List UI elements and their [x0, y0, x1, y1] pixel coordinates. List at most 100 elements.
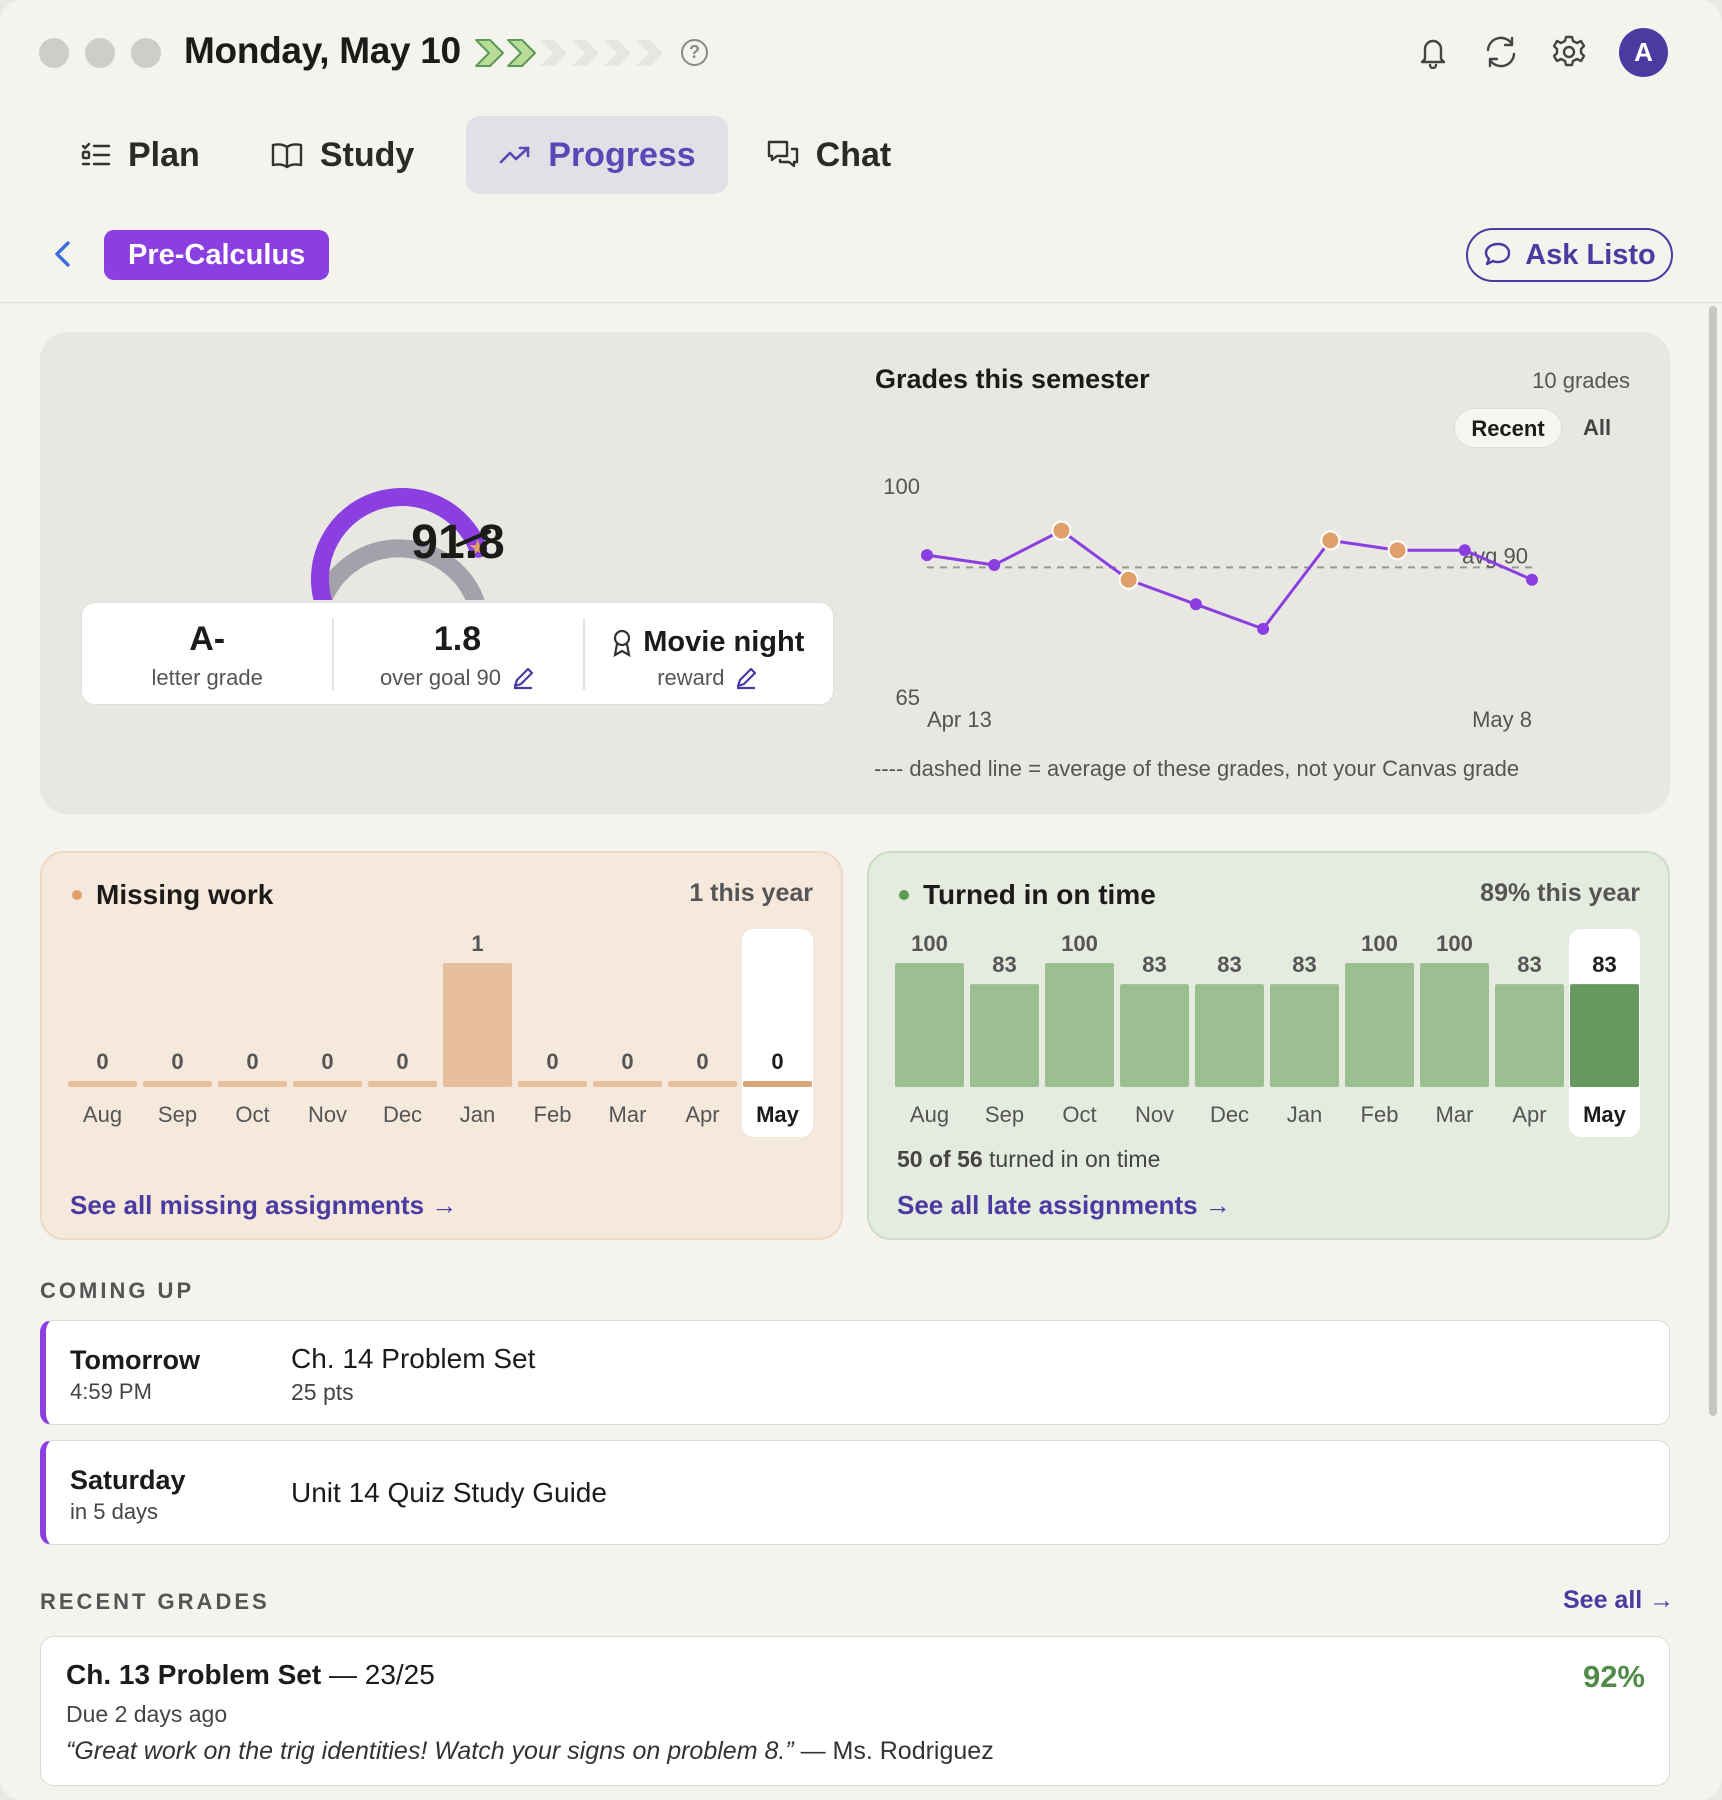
grade-point [1526, 573, 1538, 586]
bar [593, 1081, 662, 1087]
bar [368, 1081, 437, 1087]
month-label: Feb [534, 1102, 572, 1127]
month-label: Sep [985, 1102, 1024, 1127]
see-missing-link[interactable]: See all missing assignments → [70, 1190, 457, 1221]
bar-value-label: 83 [1292, 952, 1316, 977]
bar-value-label: 83 [1142, 952, 1166, 977]
tab-study[interactable]: Study [252, 116, 446, 194]
upcoming-item[interactable]: Saturday in 5 days Unit 14 Quiz Study Gu… [40, 1440, 1670, 1545]
window-minimize-button[interactable] [85, 38, 115, 68]
coming-up-heading: COMING UP [40, 1278, 195, 1303]
toggle-all[interactable]: All [1575, 408, 1619, 448]
upcoming-day: Tomorrow [70, 1345, 200, 1375]
grades-count: 10 grades [1532, 368, 1630, 393]
streak-chevron-empty [636, 40, 663, 66]
tab-plan[interactable]: Plan [62, 116, 232, 194]
grades-series-line [926, 529, 1533, 631]
bar-value-label: 0 [246, 1049, 258, 1074]
bell-icon[interactable] [1413, 32, 1453, 72]
bar [668, 1081, 737, 1087]
missing-work-card: Missing work 1 this year 0 Aug 0 Sep 0 Oct 0 No… [40, 851, 843, 1240]
toggle-recent[interactable]: Recent [1454, 408, 1562, 448]
grade-gauge: ★ [310, 487, 492, 600]
bar-value-label: 100 [911, 931, 948, 956]
reward-value: Movie night [643, 626, 805, 658]
reward-stat: Movie night reward [582, 603, 833, 704]
month-label: May [756, 1102, 800, 1127]
month-label: Apr [685, 1102, 719, 1127]
letter-grade-value: A- [189, 620, 226, 658]
current-grade-value: 91.8 [411, 516, 505, 569]
comment-author: — Ms. Rodriguez [793, 1737, 994, 1765]
tab-label: Chat [815, 135, 892, 174]
upcoming-day: Saturday [70, 1465, 186, 1495]
chat-icon [767, 140, 798, 168]
teacher-comment: “Great work on the trig identities! Watc… [66, 1737, 994, 1766]
bar-value-label: 100 [1061, 931, 1098, 956]
window-close-button[interactable] [39, 38, 69, 68]
assignment-due: Due 2 days ago [66, 1701, 228, 1727]
chart-footnote: ---- dashed line = average of these grad… [874, 756, 1520, 781]
top-bar: Monday, May 10 ? A Plan Study Progress C… [0, 0, 1722, 303]
bar [143, 1081, 212, 1087]
bar-value-label: 100 [1436, 931, 1473, 956]
tab-progress[interactable]: Progress [466, 116, 728, 194]
month-label: Dec [383, 1102, 422, 1127]
bar [1495, 984, 1564, 1087]
over-goal-stat: 1.8 over goal 90 [332, 603, 582, 704]
tab-chat[interactable]: Chat [748, 116, 924, 194]
grade-point [1051, 520, 1072, 541]
bar [443, 963, 512, 1087]
month-label: Jan [1287, 1102, 1322, 1127]
grade-point [1458, 544, 1471, 557]
month-label: Dec [1210, 1102, 1249, 1127]
grades-chart-title: Grades this semester [875, 364, 1150, 394]
bar-value-label: 83 [1592, 952, 1616, 977]
grade-point [1320, 530, 1341, 551]
bar [1270, 984, 1339, 1087]
avatar[interactable]: A [1619, 28, 1668, 77]
back-chevron-icon[interactable] [48, 236, 80, 277]
scrollbar[interactable] [1709, 306, 1717, 1416]
streak-chevron-filled [507, 39, 536, 67]
streak-chevron-empty [540, 40, 567, 66]
on-time-count: 50 of 56 [897, 1146, 983, 1172]
month-label: Feb [1361, 1102, 1399, 1127]
bar [1045, 963, 1114, 1087]
window-zoom-button[interactable] [131, 38, 161, 68]
streak-chevron-empty [604, 40, 631, 66]
month-label: Oct [1062, 1102, 1096, 1127]
month-label: Aug [83, 1102, 122, 1127]
x-tick-label: May 8 [1472, 707, 1532, 732]
see-late-link[interactable]: See all late assignments → [897, 1190, 1231, 1221]
bar [1195, 984, 1264, 1087]
upcoming-name: Unit 14 Quiz Study Guide [291, 1477, 607, 1508]
ask-listo-button[interactable]: Ask Listo [1466, 228, 1673, 282]
edit-pencil-icon[interactable] [511, 666, 535, 690]
month-label: Nov [1135, 1102, 1174, 1127]
help-icon[interactable]: ? [681, 39, 708, 66]
date-title: Monday, May 10 [184, 30, 461, 71]
bar-value-label: 83 [1517, 952, 1541, 977]
subject-badge[interactable]: Pre-Calculus [104, 230, 330, 280]
grade-item-title: Ch. 13 Problem Set — 23/25 [66, 1659, 435, 1691]
y-tick-label: 65 [896, 685, 920, 710]
recent-grade-item[interactable]: Ch. 13 Problem Set — 23/25 Due 2 days ag… [40, 1636, 1670, 1786]
award-ribbon-icon [613, 629, 631, 657]
gear-icon[interactable] [1549, 32, 1589, 72]
upcoming-time: 4:59 PM [70, 1379, 152, 1404]
upcoming-name: Ch. 14 Problem Set [291, 1343, 536, 1374]
bar-value-label: 0 [171, 1049, 183, 1074]
month-label: Apr [1512, 1102, 1546, 1127]
bar [293, 1081, 362, 1087]
refresh-icon[interactable] [1481, 32, 1521, 72]
over-goal-label: over goal 90 [379, 665, 502, 690]
grades-line-chart: 10065avg 90Apr 13 May 8 [883, 474, 1538, 732]
upcoming-item[interactable]: Tomorrow 4:59 PM Ch. 14 Problem Set 25 p… [40, 1320, 1670, 1425]
grade-point [1387, 540, 1408, 561]
edit-pencil-icon[interactable] [734, 666, 758, 690]
see-all-grades-link[interactable]: See all → [1563, 1586, 1674, 1615]
month-label: Mar [609, 1102, 647, 1127]
bar [970, 984, 1039, 1087]
bar [895, 963, 964, 1087]
